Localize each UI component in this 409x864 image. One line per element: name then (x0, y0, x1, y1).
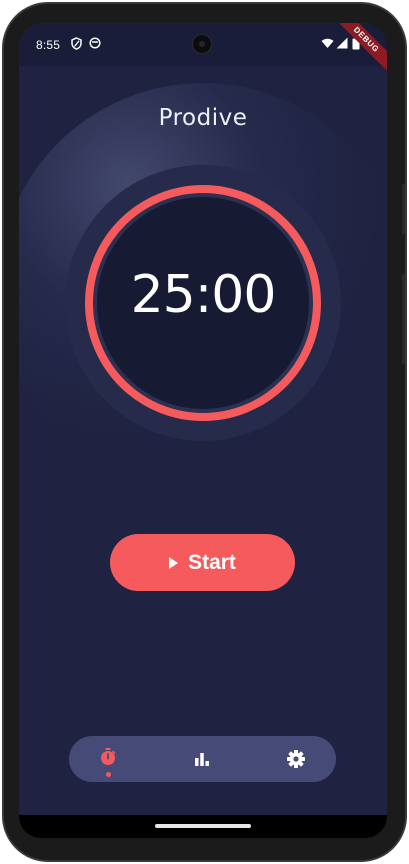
play-icon (169, 556, 179, 569)
bottom-navigation (69, 736, 336, 782)
nav-item-timer[interactable] (88, 736, 128, 782)
app-title: Prodive (158, 105, 248, 131)
nav-item-stats[interactable] (182, 736, 222, 782)
status-bar: 8:55 DEBUG (19, 23, 387, 82)
wifi-icon (321, 37, 334, 52)
app-screen: 8:55 DEBUG Prodive 25:00 Start (19, 23, 387, 838)
power-button (402, 184, 405, 234)
front-camera (192, 34, 212, 54)
shield-icon (71, 37, 82, 53)
nav-item-settings[interactable] (276, 736, 316, 782)
home-gesture-bar[interactable] (155, 824, 251, 828)
app-notification-icon (89, 37, 101, 52)
timer-display: 25:00 (130, 265, 277, 325)
bar-chart-icon (194, 752, 210, 766)
start-button[interactable]: Start (110, 534, 295, 591)
gesture-navigation-area (19, 815, 387, 838)
gear-icon (287, 750, 305, 768)
stopwatch-icon (100, 748, 116, 766)
volume-button (402, 274, 405, 364)
active-indicator-dot (106, 772, 111, 777)
status-time: 8:55 (36, 38, 61, 52)
start-button-label: Start (188, 550, 236, 574)
signal-icon (336, 37, 348, 52)
